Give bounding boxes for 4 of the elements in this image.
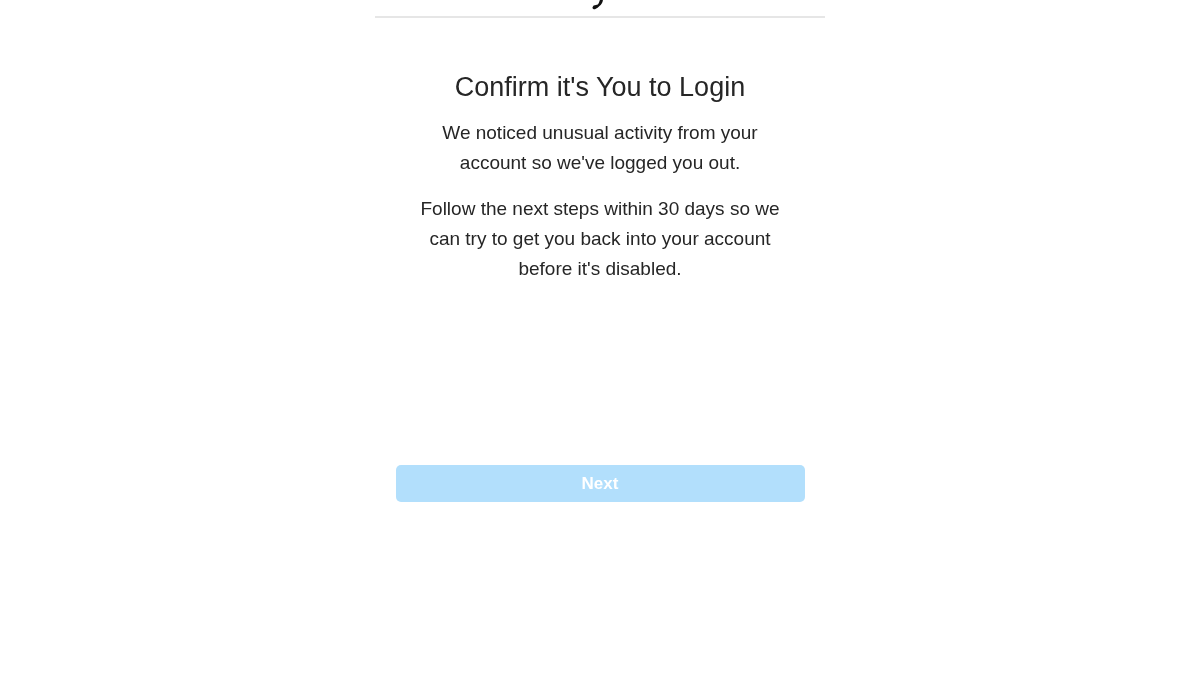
logo-drawing: [592, 0, 606, 10]
message-text: We noticed unusual activity from your account so we've logged you out.: [441, 121, 759, 175]
page-title: Confirm it's You to Login: [454, 71, 746, 104]
message-text: Follow the next steps within 30 days so we can try to get you back into your account before it's disabled.: [419, 197, 781, 281]
